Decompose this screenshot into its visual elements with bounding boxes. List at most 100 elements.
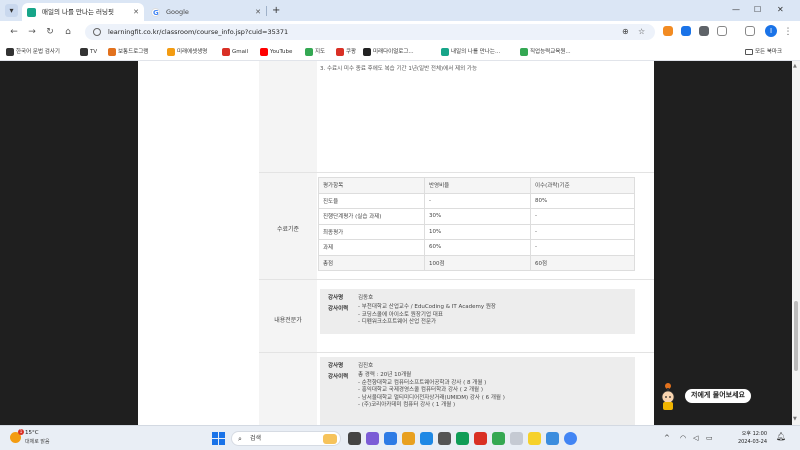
app-purple-icon[interactable] xyxy=(366,432,379,445)
kakaotalk-icon[interactable] xyxy=(528,432,541,445)
bookmark-label: 미래다이얼로그... xyxy=(373,49,414,55)
bookmark-item[interactable]: 내일의 나를 만나는... xyxy=(441,43,500,61)
weather-widget[interactable]: 15°C 대체로 맑음 xyxy=(10,429,70,448)
scroll-up-icon[interactable]: ▲ xyxy=(793,63,797,69)
bookmark-item[interactable]: YouTube xyxy=(260,43,292,61)
system-clock[interactable]: 오후 12:00 2024-03-24 xyxy=(719,430,767,446)
app-gray-icon[interactable] xyxy=(510,432,523,445)
table-header-cell: 평가항목 xyxy=(318,177,425,194)
extension-blue-icon[interactable] xyxy=(681,26,691,36)
instructor-name-key: 강사명 xyxy=(328,295,344,301)
chat-bubble-text[interactable]: 저에게 물어보세요 xyxy=(684,388,752,404)
extension-orange-icon[interactable] xyxy=(663,26,673,36)
bookmark-star-icon[interactable]: ☆ xyxy=(638,24,645,40)
windows-taskbar: 15°C 대체로 맑음 ⌕ 검색 ^ ◠ ◁ ▭ 오후 12:00 2024-0… xyxy=(0,425,800,450)
table-cell: 60% xyxy=(424,239,531,256)
tab-google[interactable]: Google ✕ xyxy=(146,3,266,21)
bookmark-item[interactable]: TV xyxy=(80,43,97,61)
tab-title: Google xyxy=(166,8,189,16)
clock-date: 2024-03-24 xyxy=(737,439,767,445)
menu-kebab-icon[interactable]: ⋮ xyxy=(782,26,794,38)
table-cell: 80% xyxy=(530,192,635,209)
bookmark-label: 한국어 문법 검사기 xyxy=(16,49,60,55)
volume-icon[interactable]: ◁ xyxy=(693,432,698,445)
browser-toolbar: ← → ↻ ⌂ learningfit.co.kr/classroom/cour… xyxy=(0,21,800,43)
tab-active[interactable]: 매일의 나를 만나는 러닝핏 ✕ xyxy=(22,3,144,21)
app-red-icon[interactable] xyxy=(474,432,487,445)
maximize-icon[interactable]: ☐ xyxy=(754,3,761,17)
site-info-icon[interactable] xyxy=(93,28,101,36)
app-green-icon[interactable] xyxy=(456,432,469,445)
reload-icon[interactable]: ↻ xyxy=(44,26,56,38)
scroll-thumb[interactable] xyxy=(794,301,798,371)
page-viewport: 3. 수료시 미수 종료 후에도 복습 기간 1년(일반 전체)에서 제외 가능… xyxy=(0,61,800,425)
bookmark-favicon-icon xyxy=(305,48,313,56)
bookmark-item[interactable]: Gmail xyxy=(222,43,248,61)
bookmark-label: 보통드로그램 xyxy=(118,49,149,55)
instructor-career-list: - 부천대학교 산업교수 / EduCoding & IT Academy 원장… xyxy=(358,304,627,327)
table-cell: 진행단계평가 (실습 과제) xyxy=(318,208,425,225)
career-line: - 부천대학교 산업교수 / EduCoding & IT Academy 원장 xyxy=(358,304,496,310)
folder-label: 모든 북마크 xyxy=(755,49,783,55)
battery-icon[interactable]: ▭ xyxy=(706,432,713,445)
close-tab-icon[interactable]: ✕ xyxy=(255,3,261,21)
bookmark-item[interactable]: 직업능력교육원... xyxy=(520,43,571,61)
app-blue-icon[interactable] xyxy=(384,432,397,445)
zoom-icon[interactable]: ⊕ xyxy=(622,24,629,40)
store-icon[interactable] xyxy=(438,432,451,445)
new-tab-button[interactable]: + xyxy=(272,3,280,19)
extensions-puzzle-icon[interactable] xyxy=(717,26,727,36)
scroll-down-icon[interactable]: ▼ xyxy=(793,416,797,422)
task-view-icon[interactable] xyxy=(348,432,361,445)
instructor-name: 김진호 xyxy=(358,363,374,369)
search-icon: ⌕ xyxy=(238,435,242,443)
page-left-background xyxy=(0,61,138,425)
ask-me-chat-button[interactable]: 저에게 물어보세요 xyxy=(656,382,786,412)
page-scrollbar[interactable]: ▲ ▼ xyxy=(792,61,800,425)
close-window-icon[interactable]: ✕ xyxy=(777,3,784,17)
notification-bell-icon[interactable]: 🔔︎ xyxy=(776,432,786,441)
address-bar[interactable]: learningfit.co.kr/classroom/course_info.… xyxy=(85,24,655,40)
file-explorer-icon[interactable] xyxy=(402,432,415,445)
profile-avatar[interactable]: I xyxy=(765,25,777,37)
extension-gray-icon[interactable] xyxy=(699,26,709,36)
forward-icon[interactable]: → xyxy=(26,26,38,38)
bookmark-favicon-icon xyxy=(108,48,116,56)
url-text[interactable]: learningfit.co.kr/classroom/course_info.… xyxy=(108,24,288,40)
career-line: - (주)코리아카데미 컴퓨터 강사 ( 1 개월 ) xyxy=(358,402,456,408)
bookmark-item[interactable]: 보통드로그램 xyxy=(108,43,148,61)
notice-text: 3. 수료시 미수 종료 후에도 복습 기간 1년(일반 전체)에서 제외 가능 xyxy=(320,66,478,72)
tab-search-button[interactable]: ▾ xyxy=(5,4,18,17)
course-info-content: 3. 수료시 미수 종료 후에도 복습 기간 1년(일반 전체)에서 제외 가능… xyxy=(138,61,654,425)
edge-icon[interactable] xyxy=(420,432,433,445)
bookmark-item[interactable]: 쿠팡 xyxy=(336,43,356,61)
table-row: 진행단계평가 (실습 과제) 30% - xyxy=(318,208,635,225)
windows-start-icon[interactable] xyxy=(212,432,225,445)
close-tab-icon[interactable]: ✕ xyxy=(133,3,139,21)
home-icon[interactable]: ⌂ xyxy=(62,26,74,38)
bookmark-item[interactable]: 미래에셋생명 xyxy=(167,43,207,61)
back-icon[interactable]: ← xyxy=(8,26,20,38)
row-divider xyxy=(259,352,654,353)
tray-overflow-icon[interactable]: ^ xyxy=(664,432,670,445)
sidepanel-icon[interactable] xyxy=(745,26,755,36)
bookmark-favicon-icon xyxy=(6,48,14,56)
mascot-icon xyxy=(661,383,675,410)
bookmark-item[interactable]: 미래다이얼로그... xyxy=(363,43,414,61)
bookmark-favicon-icon xyxy=(222,48,230,56)
app-green2-icon[interactable] xyxy=(492,432,505,445)
learningfit-favicon-icon xyxy=(27,8,36,17)
all-bookmarks-folder[interactable]: 모든 북마크 xyxy=(745,43,782,61)
google-favicon-icon xyxy=(151,4,160,21)
bookmark-item[interactable]: 지도 xyxy=(305,43,325,61)
table-cell: 과제 xyxy=(318,239,425,256)
chrome-icon[interactable] xyxy=(564,432,577,445)
wifi-icon[interactable]: ◠ xyxy=(680,432,686,445)
minimize-icon[interactable]: — xyxy=(732,3,740,17)
app-blue2-icon[interactable] xyxy=(546,432,559,445)
clock-time: 오후 12:00 xyxy=(741,431,767,437)
row-divider xyxy=(259,279,654,280)
bookmark-item[interactable]: 한국어 문법 검사기 xyxy=(6,43,60,61)
bookmark-label: 지도 xyxy=(315,49,326,55)
taskbar-search[interactable]: ⌕ 검색 xyxy=(231,431,341,446)
